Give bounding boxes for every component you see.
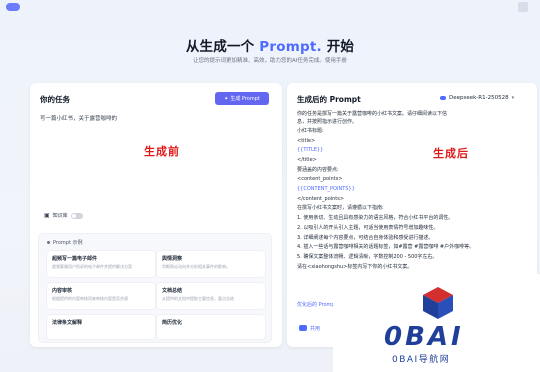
task-panel-title: 你的任务	[40, 95, 70, 104]
result-line: 2. 以吸引人的开头引入主题，可适当使用表情符号增加趣味性。	[297, 224, 439, 231]
title-suffix: 开始	[326, 39, 355, 55]
result-line: 5. 确保文案整体流畅、逻辑清晰，字数控制200 - 500字左右。	[297, 253, 438, 260]
result-line: 4. 插入一些话与露营咖啡相关的话题标签，如#露营 #露营咖啡 #户外咖啡等。	[297, 244, 475, 251]
example-card[interactable]: 舆情洞察 判断舆论动向并分析相关事件的影响。	[157, 251, 265, 277]
watermark-brand: 0BAI	[384, 322, 464, 352]
result-line: <title>	[297, 137, 316, 144]
sparkle-icon: ✦	[224, 95, 229, 102]
page-subtitle: 让您的提示词更加精准、高效，助力您的AI任务完成。使用手册	[193, 58, 347, 64]
example-desc: 根据提供的内容审核项来审核内容是否合规	[52, 296, 128, 301]
result-line: 要涵盖的内容要点:	[297, 166, 339, 173]
cube-logo-icon	[423, 287, 453, 319]
generate-prompt-button[interactable]: ✦ 生成 Prompt	[215, 92, 269, 105]
knowledge-base-toggle[interactable]	[70, 212, 83, 219]
task-input[interactable]: 写一篇小红书，关于露营咖啡的	[40, 114, 117, 122]
optimize-link[interactable]: 优化后的 Prompt	[297, 301, 337, 308]
result-line: 在撰写小红书文案时，请遵循以下指南:	[297, 205, 384, 212]
example-card[interactable]: 文档总结 从提供的文档中提取主要信息，要点总结	[157, 283, 265, 309]
result-line: <content_points>	[297, 176, 343, 183]
result-content: 你的任务是撰写一篇关于露营咖啡的小红书文案。请仔细阅读以下信息，并按照指示进行创…	[297, 110, 529, 272]
result-line: </content_points>	[297, 195, 345, 202]
example-card[interactable]: 简历优化	[157, 315, 265, 339]
chevron-down-icon: ▾	[511, 95, 515, 101]
book-icon: ▣	[44, 212, 50, 219]
model-selector[interactable]: Deepseek-R1-250528 ▾	[440, 95, 514, 101]
example-title: 简历优化	[162, 320, 183, 326]
example-title: 超频写一篇电子邮件	[52, 256, 98, 262]
page-title: 从生成一个 Prompt. 开始	[0, 35, 540, 55]
top-bar	[0, 0, 540, 14]
result-lines: 小红书标题: <title> {{TITLE}} </title> 要涵盖的内容要点: <…	[297, 127, 529, 273]
result-line: 1. 使用亲切、生动且具有感染力的语言风格，符合小红书平台的调性。	[297, 215, 454, 222]
example-title: 法律条文解释	[52, 320, 83, 326]
example-card[interactable]: 超频写一篇电子邮件 超频客服用户投诉的电子邮件并提供解决方案	[47, 251, 155, 277]
result-panel-title: 生成后的 Prompt	[297, 95, 361, 104]
example-title: 文档总结	[162, 288, 183, 294]
examples-panel: Prompt 示例 超频写一篇电子邮件 超频客服用户投诉的电子邮件并提供解决方案…	[38, 233, 272, 343]
result-line: 你的任务是撰写一篇关于露营咖啡的小红书文案。请仔细阅读以下信息，并按照指示进行创…	[297, 111, 448, 126]
bottom-brand-icon	[299, 325, 307, 331]
result-line: {{TITLE}}	[297, 147, 324, 154]
result-line: 3. 详细阐述每个内容要点，可结合自身体验和感受进行描述。	[297, 234, 434, 241]
before-label: 生成前	[144, 145, 180, 158]
result-line: </title>	[297, 156, 317, 163]
example-desc: 超频客服用户投诉的电子邮件并提供解决方案	[52, 264, 132, 269]
generate-button-label: 生成 Prompt	[230, 96, 260, 102]
bullet-icon	[47, 241, 50, 244]
model-name: Deepseek-R1-250528	[449, 95, 509, 101]
watermark-subtitle: 0BAI导航网	[392, 355, 451, 365]
examples-title: Prompt 示例	[53, 240, 83, 246]
result-line: 小红书标题:	[297, 127, 324, 134]
examples-header: Prompt 示例	[47, 239, 83, 246]
result-line: {{CONTENT_POINTS}}	[297, 186, 355, 193]
example-title: 舆情洞察	[162, 256, 183, 262]
title-accent: Prompt.	[259, 39, 322, 55]
example-desc: 从提供的文档中提取主要信息，要点总结	[162, 296, 234, 301]
deepseek-logo-icon	[440, 96, 446, 100]
title-prefix: 从生成一个	[185, 39, 255, 55]
bottom-text: 共用	[310, 326, 321, 332]
settings-icon[interactable]	[518, 2, 528, 12]
knowledge-base-toggle-row[interactable]: ▣ 知识库	[44, 212, 83, 219]
knowledge-base-label: 知识库	[52, 213, 68, 219]
example-card[interactable]: 内容审核 根据提供的内容审核项来审核内容是否合规	[47, 283, 155, 309]
example-desc: 判断舆论动向并分析相关事件的影响。	[162, 264, 230, 269]
example-title: 内容审核	[52, 288, 73, 294]
after-label: 生成后	[433, 147, 469, 160]
example-card[interactable]: 法律条文解释	[47, 315, 155, 339]
app-logo-icon[interactable]	[6, 3, 20, 11]
result-line: 请在<xiaohongshu>标签内写下你的小红书文案。	[297, 263, 413, 270]
